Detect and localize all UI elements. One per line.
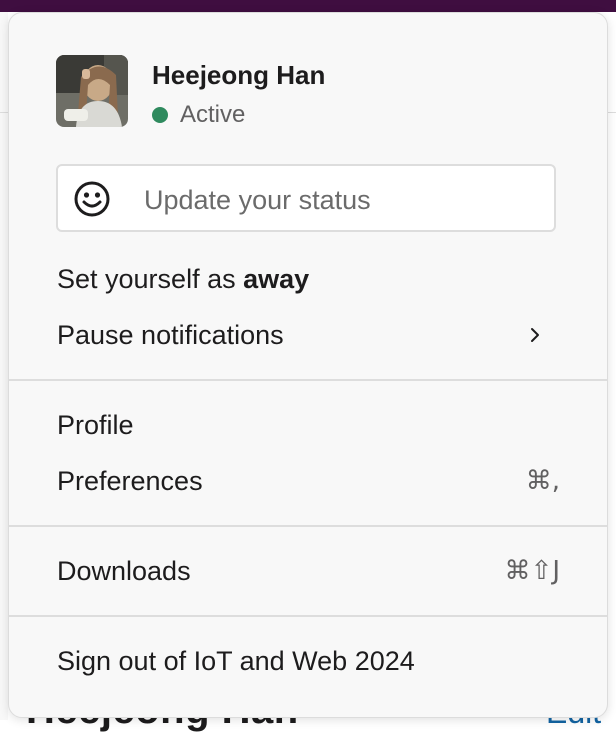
sign-out-label: Sign out of IoT and Web 2024 — [57, 646, 415, 676]
downloads-label: Downloads — [57, 556, 191, 586]
chevron-right-icon — [531, 328, 539, 342]
background-divider-right — [608, 112, 616, 113]
background-panel-edge — [0, 12, 8, 720]
presence-status: Active — [152, 101, 245, 129]
preferences-shortcut: ⌘, — [525, 466, 560, 496]
profile-label: Profile — [57, 410, 134, 440]
preferences-item[interactable]: Preferences ⌘, — [9, 455, 607, 507]
set-away-prefix: Set yourself as — [57, 264, 244, 294]
pause-notifications-item[interactable]: Pause notifications — [9, 309, 607, 361]
status-placeholder: Update your status — [144, 185, 371, 215]
user-menu: Heejeong Han Active Update your status S… — [8, 12, 608, 718]
set-away-label: Set yourself as away — [57, 253, 309, 305]
smiley-icon — [74, 181, 110, 217]
user-name: Heejeong Han — [152, 60, 326, 90]
avatar — [56, 55, 128, 127]
preferences-label: Preferences — [57, 466, 203, 496]
profile-photo-icon — [56, 55, 128, 127]
presence-dot-icon — [152, 107, 168, 123]
presence-label: Active — [180, 101, 246, 128]
sign-out-item[interactable]: Sign out of IoT and Web 2024 — [9, 635, 607, 687]
update-status-field[interactable]: Update your status — [56, 164, 556, 232]
set-away-item[interactable]: Set yourself as away — [9, 253, 607, 305]
workspace-top-bar — [0, 0, 616, 12]
divider — [9, 379, 607, 381]
divider — [9, 525, 607, 527]
downloads-item[interactable]: Downloads ⌘⇧J — [9, 545, 607, 597]
background-divider-left — [0, 112, 8, 113]
divider — [9, 615, 607, 617]
profile-item[interactable]: Profile — [9, 399, 607, 451]
set-away-keyword: away — [243, 264, 310, 294]
downloads-shortcut: ⌘⇧J — [504, 556, 560, 586]
pause-notifications-label: Pause notifications — [57, 320, 284, 350]
